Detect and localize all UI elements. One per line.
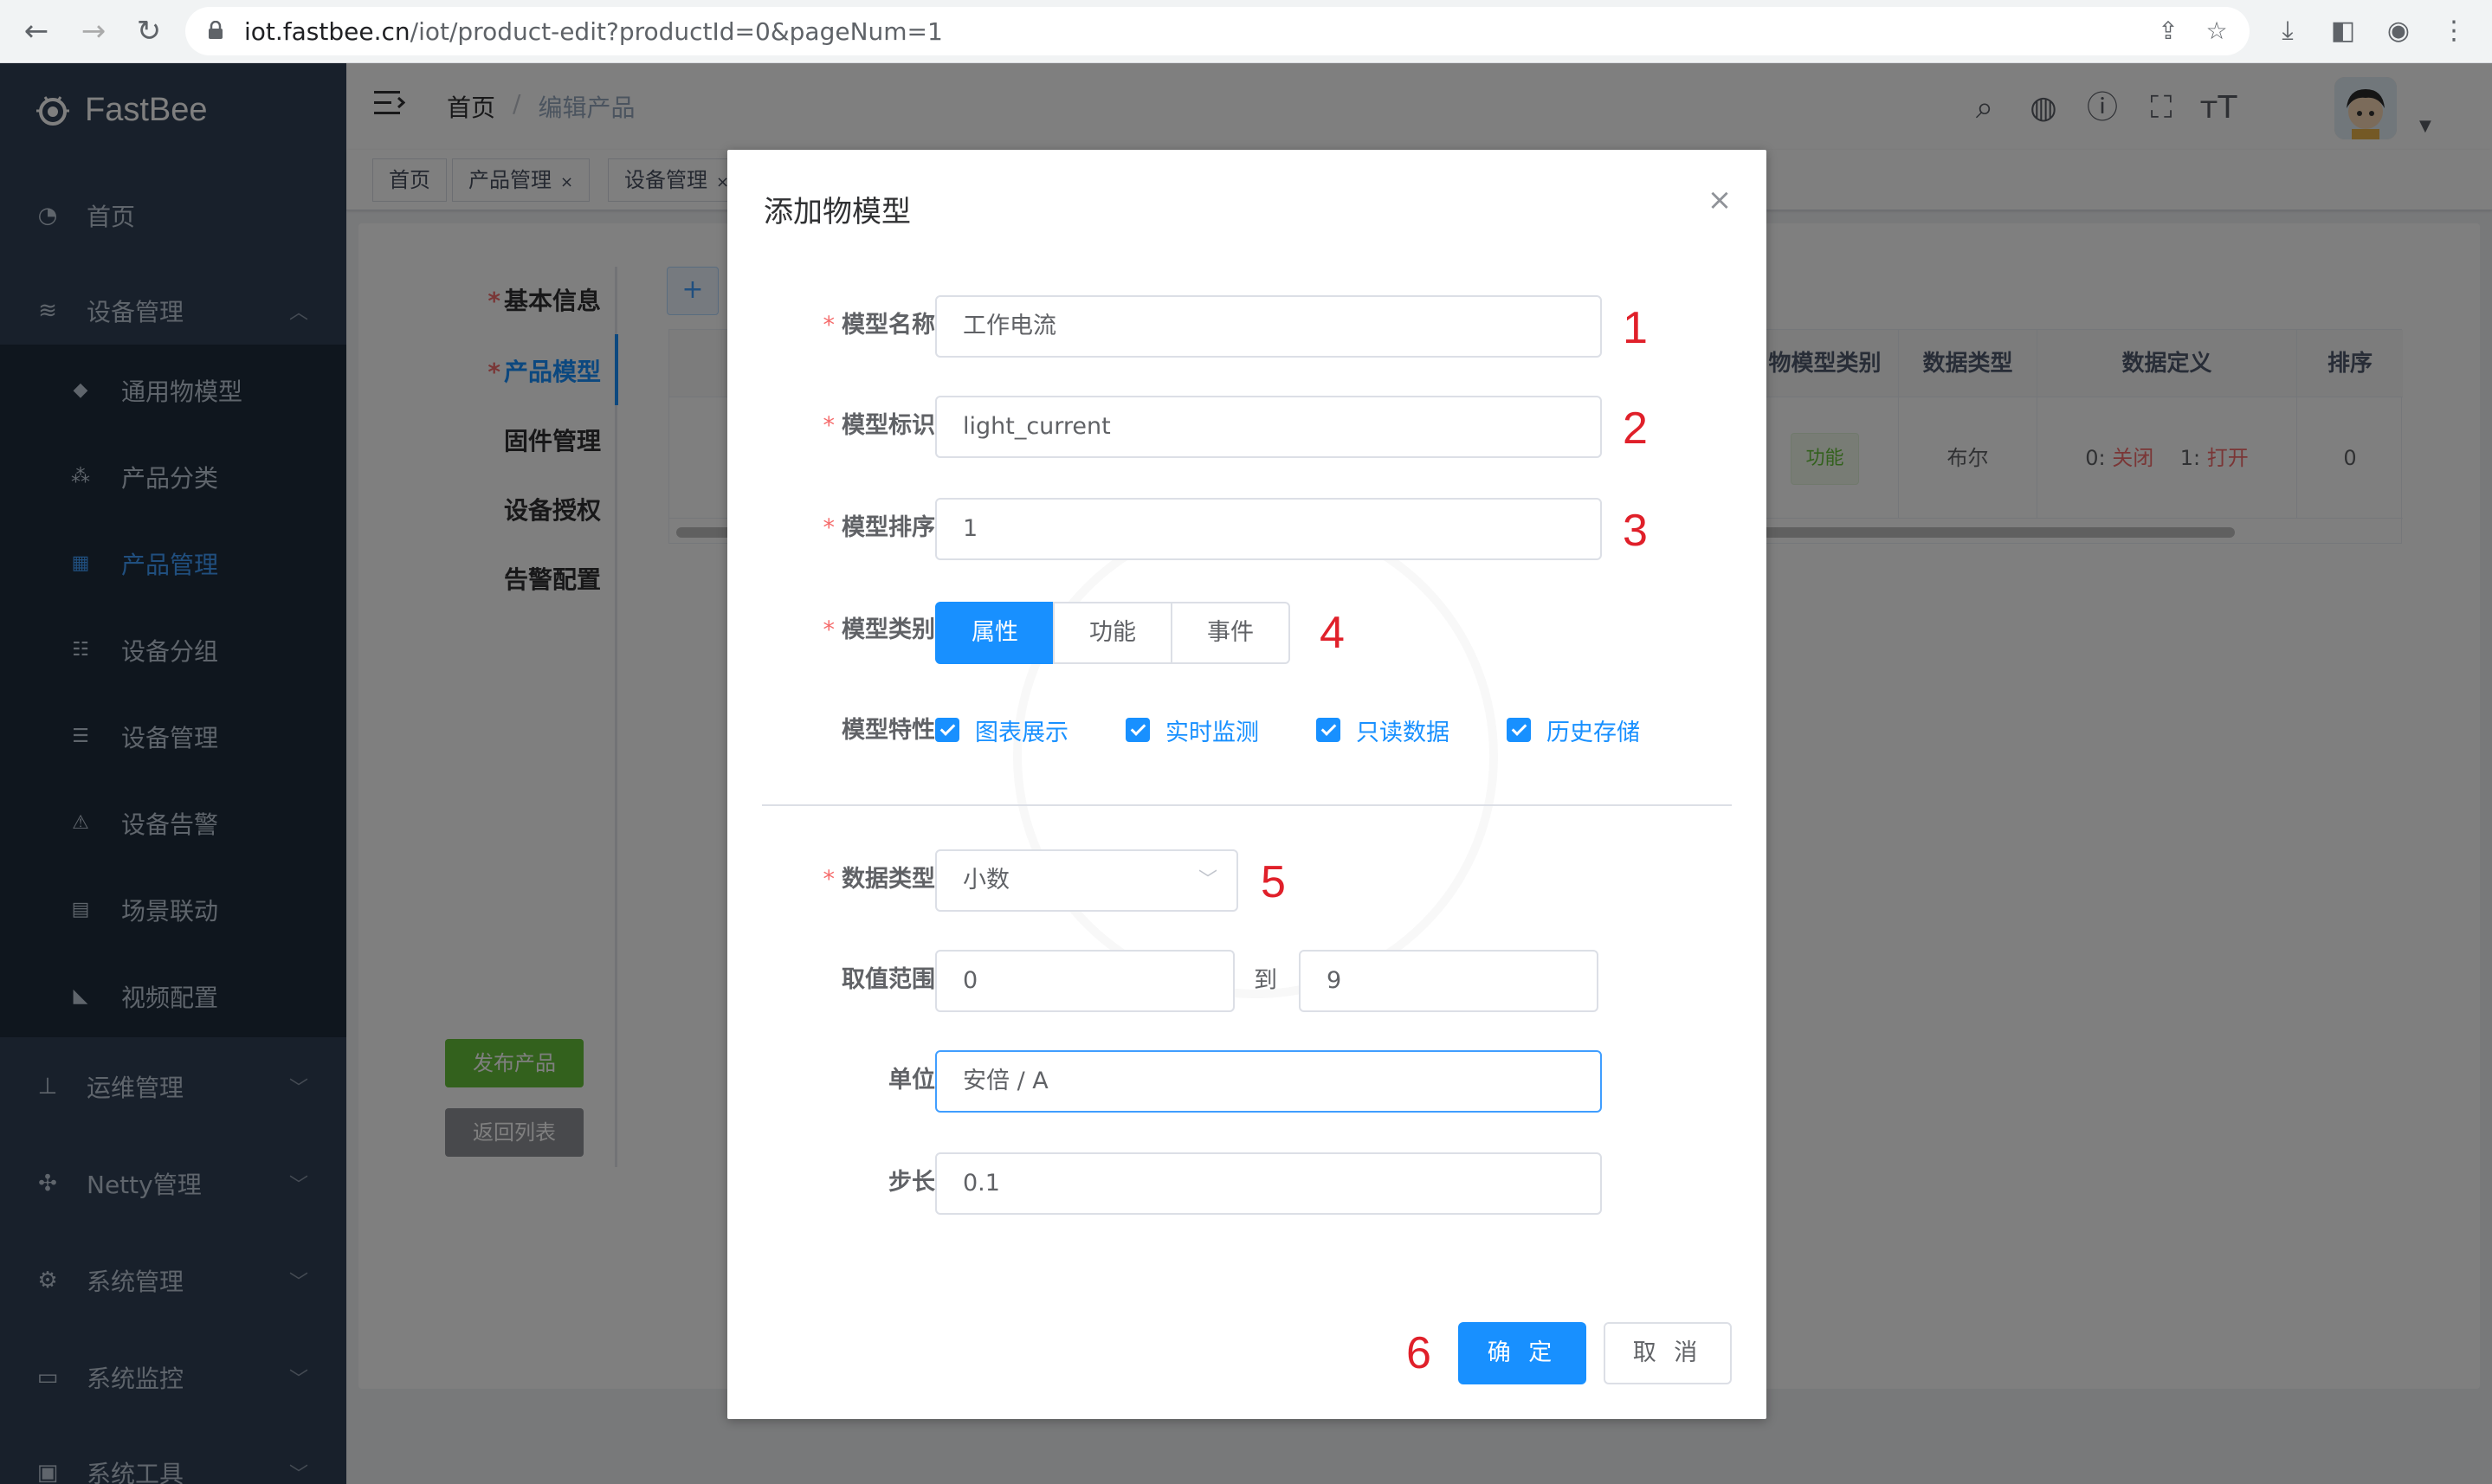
address-bar[interactable]: iot.fastbee.cn/iot/product-edit?productI…: [185, 7, 2250, 55]
watermark-seal: [1013, 513, 1498, 998]
annotation-4: 4: [1320, 608, 1345, 658]
label-value-range: 取值范围: [842, 966, 935, 993]
radio-property[interactable]: 属性: [935, 602, 1055, 664]
radio-event[interactable]: 事件: [1171, 602, 1290, 664]
label-data-type: * 数据类型: [823, 866, 936, 893]
annotation-1: 1: [1623, 303, 1648, 353]
label-model-identifier: * 模型标识: [823, 412, 936, 439]
checkbox-readonly[interactable]: 只读数据: [1316, 713, 1449, 747]
label-model-order: * 模型排序: [823, 514, 936, 541]
checkbox-checked-icon: [935, 718, 959, 742]
url-text: iot.fastbee.cn/iot/product-edit?productI…: [244, 17, 943, 46]
checkbox-checked-icon: [1507, 718, 1531, 742]
range-min-input[interactable]: 0: [935, 950, 1235, 1012]
profile-icon[interactable]: ◉: [2381, 14, 2416, 48]
annotation-2: 2: [1623, 403, 1648, 454]
checkbox-chart[interactable]: 图表展示: [935, 713, 1068, 747]
chevron-down-icon: ﹀: [1198, 869, 1217, 891]
checkbox-checked-icon: [1126, 718, 1150, 742]
share-icon[interactable]: ⇪: [2154, 17, 2182, 45]
form-divider: [762, 804, 1732, 806]
range-to-label: 到: [1254, 967, 1277, 994]
confirm-button[interactable]: 确 定: [1458, 1322, 1586, 1384]
label-model-category: * 模型类别: [823, 616, 936, 643]
annotation-6: 6: [1406, 1328, 1431, 1378]
close-icon[interactable]: ×: [1702, 183, 1737, 217]
forward-arrow-icon[interactable]: →: [74, 12, 113, 50]
data-type-select[interactable]: 小数 ﹀: [935, 849, 1238, 912]
checkbox-checked-icon: [1316, 718, 1340, 742]
browser-toolbar: ← → ↻ iot.fastbee.cn/iot/product-edit?pr…: [0, 0, 2492, 63]
model-name-input[interactable]: 工作电流: [935, 295, 1602, 358]
checkbox-realtime[interactable]: 实时监测: [1126, 713, 1259, 747]
unit-input[interactable]: 安倍 / A: [935, 1050, 1602, 1113]
model-identifier-input[interactable]: light_current: [935, 396, 1602, 458]
radio-function[interactable]: 功能: [1053, 602, 1172, 664]
download-icon[interactable]: ⤓: [2270, 14, 2305, 48]
cancel-button[interactable]: 取 消: [1604, 1322, 1732, 1384]
back-arrow-icon[interactable]: ←: [17, 12, 55, 50]
reload-icon[interactable]: ↻: [130, 12, 168, 50]
label-model-features: 模型特性: [842, 717, 935, 744]
step-input[interactable]: 0.1: [935, 1152, 1602, 1215]
lock-icon: [209, 21, 223, 39]
label-step: 步长: [888, 1169, 935, 1196]
star-icon[interactable]: ☆: [2203, 17, 2231, 45]
range-max-input[interactable]: 9: [1299, 950, 1598, 1012]
checkbox-history[interactable]: 历史存储: [1507, 713, 1640, 747]
add-model-dialog: 添加物模型 × * 模型名称 工作电流 1 * 模型标识 light_current…: [727, 150, 1766, 1419]
kebab-menu-icon[interactable]: ⋮: [2437, 14, 2471, 48]
sidepanel-icon[interactable]: ◧: [2326, 14, 2360, 48]
dialog-title: 添加物模型: [764, 195, 911, 229]
label-model-name: * 模型名称: [823, 312, 936, 339]
annotation-3: 3: [1623, 506, 1648, 556]
annotation-5: 5: [1261, 857, 1286, 907]
model-order-input[interactable]: 1: [935, 498, 1602, 560]
model-category-radio-group: 属性 功能 事件: [935, 602, 1290, 664]
label-unit: 单位: [888, 1067, 935, 1094]
